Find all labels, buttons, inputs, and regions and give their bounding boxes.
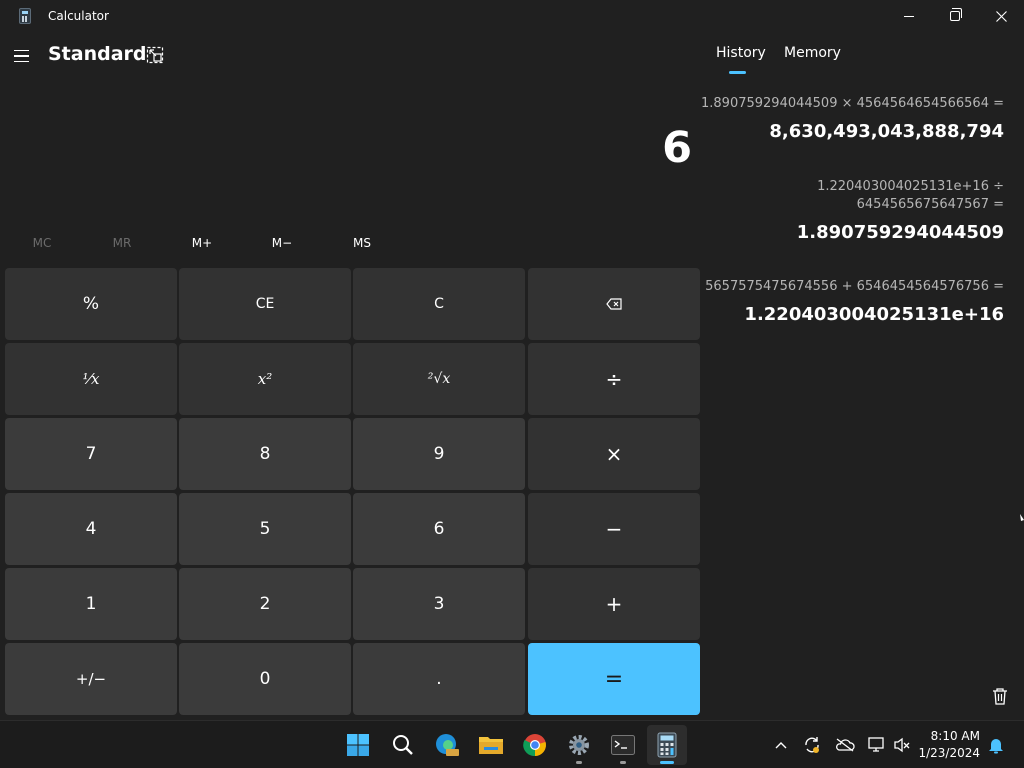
- minimize-button[interactable]: [886, 0, 932, 32]
- sync-icon: [805, 737, 819, 753]
- calculator-icon: [657, 732, 677, 758]
- window-title: Calculator: [48, 9, 109, 23]
- close-icon: [995, 10, 1007, 22]
- network-tray-button[interactable]: [867, 735, 887, 755]
- tab-memory[interactable]: Memory: [784, 45, 841, 61]
- result-display: 6: [662, 123, 692, 173]
- history-item-1-result[interactable]: 8,630,493,043,888,794: [769, 121, 1004, 142]
- file-explorer-app[interactable]: [476, 730, 506, 760]
- windows-logo-icon: [347, 734, 369, 756]
- show-hidden-icons-button[interactable]: [771, 735, 791, 755]
- mode-title: Standard: [48, 43, 147, 65]
- volume-tray-button[interactable]: [892, 735, 912, 755]
- add-button[interactable]: +: [528, 568, 700, 640]
- edge-beta-app[interactable]: [432, 730, 462, 760]
- negate-button[interactable]: +/−: [5, 643, 177, 715]
- title-bar: Calculator: [0, 0, 1024, 32]
- calculator-taskbar-app[interactable]: [652, 730, 682, 760]
- digit-0-button[interactable]: 0: [179, 643, 351, 715]
- history-item-2-expression-line2[interactable]: 6454565675647567 =: [857, 197, 1004, 212]
- clear-entry-button[interactable]: CE: [179, 268, 351, 340]
- digit-9-button[interactable]: 9: [353, 418, 525, 490]
- square-root-button[interactable]: ²√x: [353, 343, 525, 415]
- restore-button[interactable]: [932, 0, 978, 32]
- tab-history[interactable]: History: [716, 45, 766, 61]
- reciprocal-button[interactable]: ⅟x: [5, 343, 177, 415]
- hamburger-icon: [14, 49, 29, 52]
- percent-button[interactable]: %: [5, 268, 177, 340]
- digit-4-button[interactable]: 4: [5, 493, 177, 565]
- taskbar-clock-date[interactable]: 1/23/2024: [916, 746, 980, 760]
- memory-recall-button[interactable]: MR: [82, 230, 162, 256]
- notifications-button[interactable]: [986, 735, 1006, 755]
- mouse-cursor-icon: [1020, 514, 1024, 521]
- multiply-button[interactable]: ×: [528, 418, 700, 490]
- navigation-menu-button[interactable]: [14, 44, 36, 68]
- folder-icon: [479, 737, 503, 754]
- memory-clear-button[interactable]: MC: [2, 230, 82, 256]
- taskbar: 8:10 AM 1/23/2024: [0, 720, 1024, 768]
- digit-2-button[interactable]: 2: [179, 568, 351, 640]
- square-button[interactable]: x²: [179, 343, 351, 415]
- divide-button[interactable]: ÷: [528, 343, 700, 415]
- keep-on-top-icon[interactable]: [146, 46, 164, 64]
- sync-tray-button[interactable]: [802, 735, 822, 755]
- onedrive-tray-button[interactable]: [835, 735, 855, 755]
- calculator-app-icon: [19, 8, 31, 24]
- volume-muted-icon: [894, 737, 910, 753]
- start-button[interactable]: [343, 730, 373, 760]
- digit-8-button[interactable]: 8: [179, 418, 351, 490]
- memory-store-button[interactable]: MS: [322, 230, 402, 256]
- taskbar-clock-time[interactable]: 8:10 AM: [930, 729, 980, 743]
- digit-5-button[interactable]: 5: [179, 493, 351, 565]
- subtract-button[interactable]: −: [528, 493, 700, 565]
- search-button[interactable]: [388, 730, 418, 760]
- history-item-3-result[interactable]: 1.220403004025131e+16: [744, 304, 1004, 325]
- minimize-icon: [904, 15, 914, 17]
- digit-7-button[interactable]: 7: [5, 418, 177, 490]
- history-item-2-result[interactable]: 1.890759294044509: [797, 222, 1004, 243]
- active-tab-indicator: [729, 71, 746, 74]
- history-item-1-expression[interactable]: 1.890759294044509 × 4564564654566564 =: [701, 96, 1004, 111]
- settings-app[interactable]: [564, 730, 594, 760]
- trash-icon[interactable]: [990, 686, 1010, 706]
- restore-icon: [950, 8, 962, 21]
- digit-3-button[interactable]: 3: [353, 568, 525, 640]
- terminal-icon: [611, 735, 635, 755]
- cloud-offline-icon: [836, 738, 855, 752]
- close-button[interactable]: [978, 0, 1024, 32]
- clear-button[interactable]: C: [353, 268, 525, 340]
- decimal-button[interactable]: .: [353, 643, 525, 715]
- bell-icon: [989, 739, 1003, 754]
- chevron-up-icon: [775, 742, 787, 749]
- terminal-running-indicator: [620, 761, 626, 764]
- chrome-icon: [523, 734, 546, 757]
- calculator-running-indicator: [660, 761, 674, 764]
- chrome-app[interactable]: [520, 730, 550, 760]
- history-item-3-expression[interactable]: 5657575475674556 + 6546454564576756 =: [705, 279, 1004, 294]
- digit-6-button[interactable]: 6: [353, 493, 525, 565]
- backspace-button[interactable]: [528, 268, 700, 340]
- equals-button[interactable]: =: [528, 643, 700, 715]
- digit-1-button[interactable]: 1: [5, 568, 177, 640]
- backspace-icon: [606, 298, 622, 310]
- gear-icon: [569, 735, 589, 755]
- edge-beta-icon: [436, 734, 459, 756]
- settings-running-indicator: [576, 761, 582, 764]
- network-icon: [868, 737, 884, 752]
- memory-subtract-button[interactable]: M−: [242, 230, 322, 256]
- search-icon: [393, 735, 413, 755]
- terminal-app[interactable]: [608, 730, 638, 760]
- history-item-2-expression[interactable]: 1.220403004025131e+16 ÷: [817, 179, 1004, 194]
- memory-add-button[interactable]: M+: [162, 230, 242, 256]
